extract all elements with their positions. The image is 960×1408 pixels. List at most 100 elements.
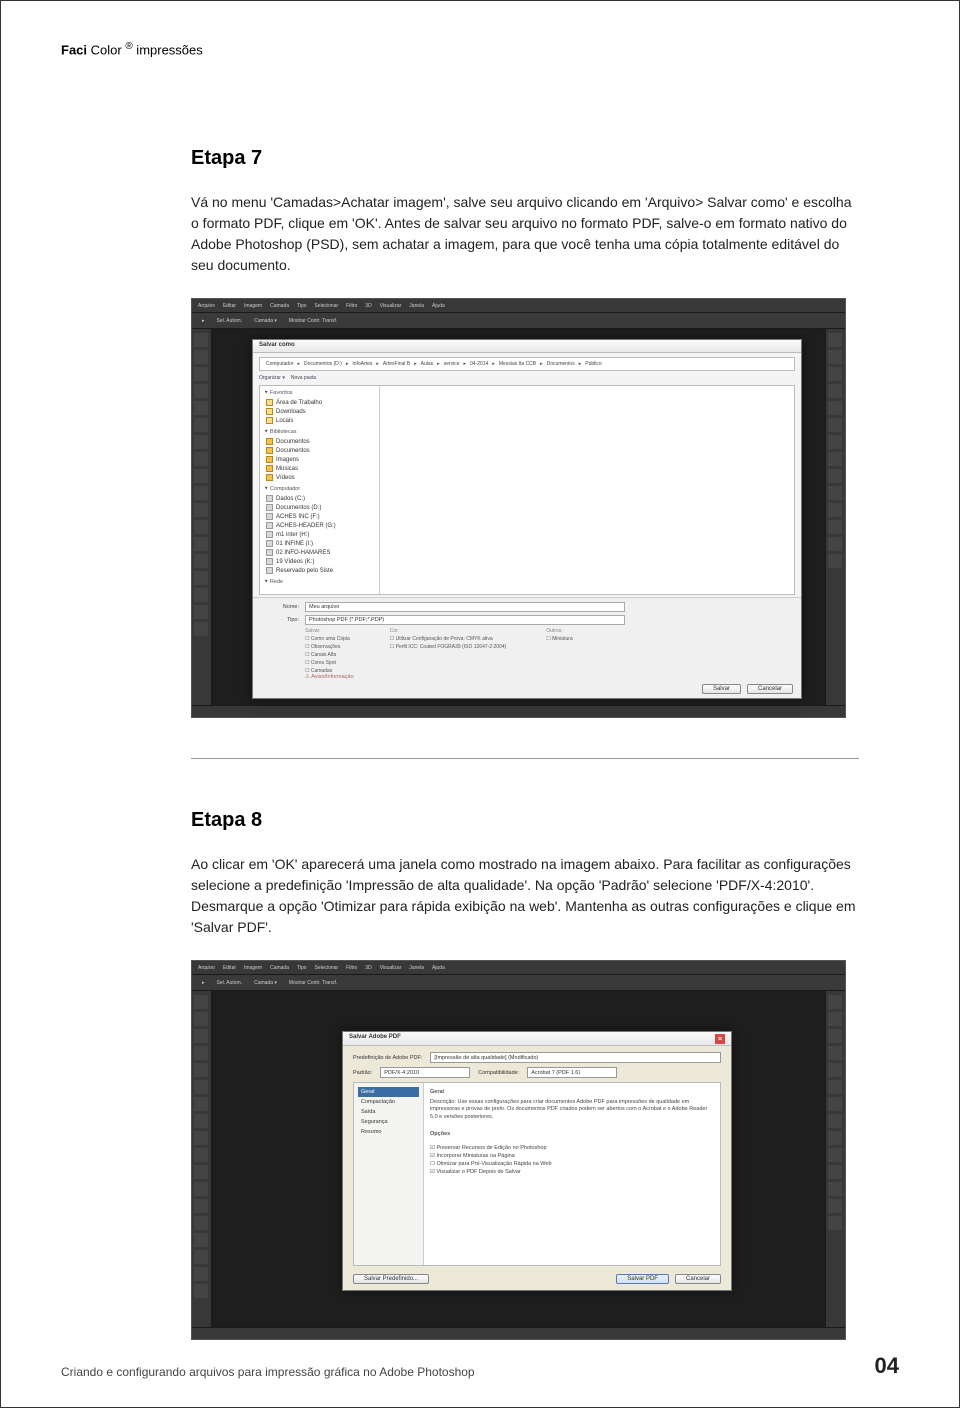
panel-icon[interactable] bbox=[828, 503, 842, 517]
menu-item[interactable]: Arquivo bbox=[198, 965, 215, 971]
tool-icon[interactable] bbox=[194, 995, 208, 1009]
menu-item[interactable]: Editar bbox=[223, 965, 236, 971]
checkbox-option[interactable]: ☑ Preservar Recursos de Edição no Photos… bbox=[430, 1145, 714, 1151]
menu-item[interactable]: Janela bbox=[409, 965, 424, 971]
menu-item[interactable]: Janela bbox=[409, 303, 424, 309]
tool-icon[interactable] bbox=[194, 503, 208, 517]
breadcrumb-segment[interactable]: InfoArtes bbox=[350, 361, 374, 367]
tool-icon[interactable] bbox=[194, 1284, 208, 1298]
tool-icon[interactable] bbox=[194, 520, 208, 534]
nav-item[interactable]: 01 INFINE (I:) bbox=[264, 539, 375, 548]
tool-icon[interactable] bbox=[194, 1131, 208, 1145]
checkbox-option[interactable]: ☐ Observações bbox=[305, 644, 350, 650]
tool-icon[interactable] bbox=[194, 1063, 208, 1077]
pdf-side-item[interactable]: Compactação bbox=[358, 1097, 419, 1107]
breadcrumb-segment[interactable]: Documentos (D:) bbox=[302, 361, 344, 367]
close-icon[interactable]: × bbox=[715, 1034, 725, 1044]
menu-item[interactable]: Camada bbox=[270, 303, 289, 309]
panel-icon[interactable] bbox=[828, 367, 842, 381]
menu-item[interactable]: Imagem bbox=[244, 303, 262, 309]
checkbox-option[interactable]: ☐ Canais Alfa bbox=[305, 652, 350, 658]
cancel-button[interactable]: Cancelar bbox=[747, 684, 793, 694]
nav-item[interactable]: ACHES-HEADER (G:) bbox=[264, 521, 375, 530]
menu-item[interactable]: Ajuda bbox=[432, 965, 445, 971]
type-select[interactable]: Photoshop PDF (*.PDF;*.PDP) bbox=[305, 615, 625, 625]
panel-icon[interactable] bbox=[828, 333, 842, 347]
panel-icon[interactable] bbox=[828, 486, 842, 500]
tool-icon[interactable] bbox=[194, 1199, 208, 1213]
panel-icon[interactable] bbox=[828, 1199, 842, 1213]
breadcrumb-segment[interactable]: Documentos bbox=[545, 361, 577, 367]
panel-icon[interactable] bbox=[828, 384, 842, 398]
menu-item[interactable]: Ajuda bbox=[432, 303, 445, 309]
menu-item[interactable]: Visualizar bbox=[380, 965, 402, 971]
menu-item[interactable]: Visualizar bbox=[380, 303, 402, 309]
tool-icon[interactable] bbox=[194, 1012, 208, 1026]
panel-icon[interactable] bbox=[828, 1182, 842, 1196]
nav-item[interactable]: Músicas bbox=[264, 464, 375, 473]
new-folder-button[interactable]: Nova pasta bbox=[291, 375, 316, 381]
tool-icon[interactable] bbox=[194, 1148, 208, 1162]
checkbox-option[interactable]: ☐ Otimizar para Pré-Visualização Rápida … bbox=[430, 1161, 714, 1167]
nav-group-header[interactable]: ⯆ Bibliotecas bbox=[264, 429, 375, 436]
tool-icon[interactable] bbox=[194, 537, 208, 551]
breadcrumb-segment[interactable]: 04-2014 bbox=[468, 361, 490, 367]
pdf-sidenav[interactable]: GeralCompactaçãoSaídaSegurançaResumo bbox=[354, 1083, 424, 1265]
panel-icon[interactable] bbox=[828, 1165, 842, 1179]
menu-item[interactable]: Editar bbox=[223, 303, 236, 309]
breadcrumb-segment[interactable]: service bbox=[442, 361, 462, 367]
tool-icon[interactable] bbox=[194, 486, 208, 500]
tool-icon[interactable] bbox=[194, 435, 208, 449]
pdf-side-item[interactable]: Resumo bbox=[358, 1127, 419, 1137]
tool-icon[interactable] bbox=[194, 1182, 208, 1196]
tool-icon[interactable] bbox=[194, 1267, 208, 1281]
tool-icon[interactable] bbox=[194, 588, 208, 602]
panel-icon[interactable] bbox=[828, 1216, 842, 1230]
nav-item[interactable]: Locais bbox=[264, 416, 375, 425]
filename-field[interactable]: Meu arquivo bbox=[305, 602, 625, 612]
checkbox-option[interactable]: ☐ Perfil ICC: Coated FOGRA39 (ISO 12647-… bbox=[390, 644, 506, 650]
file-list-area[interactable] bbox=[380, 386, 794, 594]
panel-icon[interactable] bbox=[828, 1012, 842, 1026]
panel-icon[interactable] bbox=[828, 1131, 842, 1145]
nav-item[interactable]: 02 INFO-HAMARES bbox=[264, 548, 375, 557]
breadcrumb-segment[interactable]: ArtesFinal B bbox=[381, 361, 412, 367]
save-button[interactable]: Salvar bbox=[702, 684, 741, 694]
pdf-side-item[interactable]: Saída bbox=[358, 1107, 419, 1117]
breadcrumb-segment[interactable]: Computador bbox=[264, 361, 296, 367]
checkbox-option[interactable]: ☑ Visualizar o PDF Depois de Salvar bbox=[430, 1169, 714, 1175]
nav-item[interactable]: Documentos (D:) bbox=[264, 503, 375, 512]
panel-icon[interactable] bbox=[828, 1148, 842, 1162]
panel-icon[interactable] bbox=[828, 350, 842, 364]
tool-icon[interactable] bbox=[194, 469, 208, 483]
nav-item[interactable]: ACHES INC (F:) bbox=[264, 512, 375, 521]
tool-icon[interactable] bbox=[194, 333, 208, 347]
nav-item[interactable]: 19 Vídeos (K:) bbox=[264, 557, 375, 566]
menu-item[interactable]: 3D bbox=[365, 303, 371, 309]
pdf-side-item[interactable]: Geral bbox=[358, 1087, 419, 1097]
tool-icon[interactable] bbox=[194, 605, 208, 619]
tool-icon[interactable] bbox=[194, 1165, 208, 1179]
tool-icon[interactable] bbox=[194, 452, 208, 466]
breadcrumb-segment[interactable]: Público bbox=[583, 361, 603, 367]
checkbox-option[interactable]: ☐ Utilizar Configuração de Prova: CMYK a… bbox=[390, 636, 506, 642]
panel-icon[interactable] bbox=[828, 435, 842, 449]
tool-icon[interactable] bbox=[194, 1216, 208, 1230]
nav-group-header[interactable]: ⯆ Rede bbox=[264, 579, 375, 586]
panel-icon[interactable] bbox=[828, 1029, 842, 1043]
menu-item[interactable]: Selecionar bbox=[315, 965, 339, 971]
breadcrumb-segment[interactable]: Aulas bbox=[419, 361, 436, 367]
tool-icon[interactable] bbox=[194, 1250, 208, 1264]
menu-item[interactable]: Selecionar bbox=[315, 303, 339, 309]
nav-item[interactable]: Área de Trabalho bbox=[264, 398, 375, 407]
tool-icon[interactable] bbox=[194, 1029, 208, 1043]
checkbox-option[interactable]: ☐ Cores Spot bbox=[305, 660, 350, 666]
nav-item[interactable]: Imagens bbox=[264, 455, 375, 464]
panel-icon[interactable] bbox=[828, 1046, 842, 1060]
tool-icon[interactable] bbox=[194, 571, 208, 585]
menu-item[interactable]: Camada bbox=[270, 965, 289, 971]
tool-icon[interactable] bbox=[194, 622, 208, 636]
pdf-side-item[interactable]: Segurança bbox=[358, 1117, 419, 1127]
panel-icon[interactable] bbox=[828, 1063, 842, 1077]
nav-item[interactable]: Vídeos bbox=[264, 473, 375, 482]
